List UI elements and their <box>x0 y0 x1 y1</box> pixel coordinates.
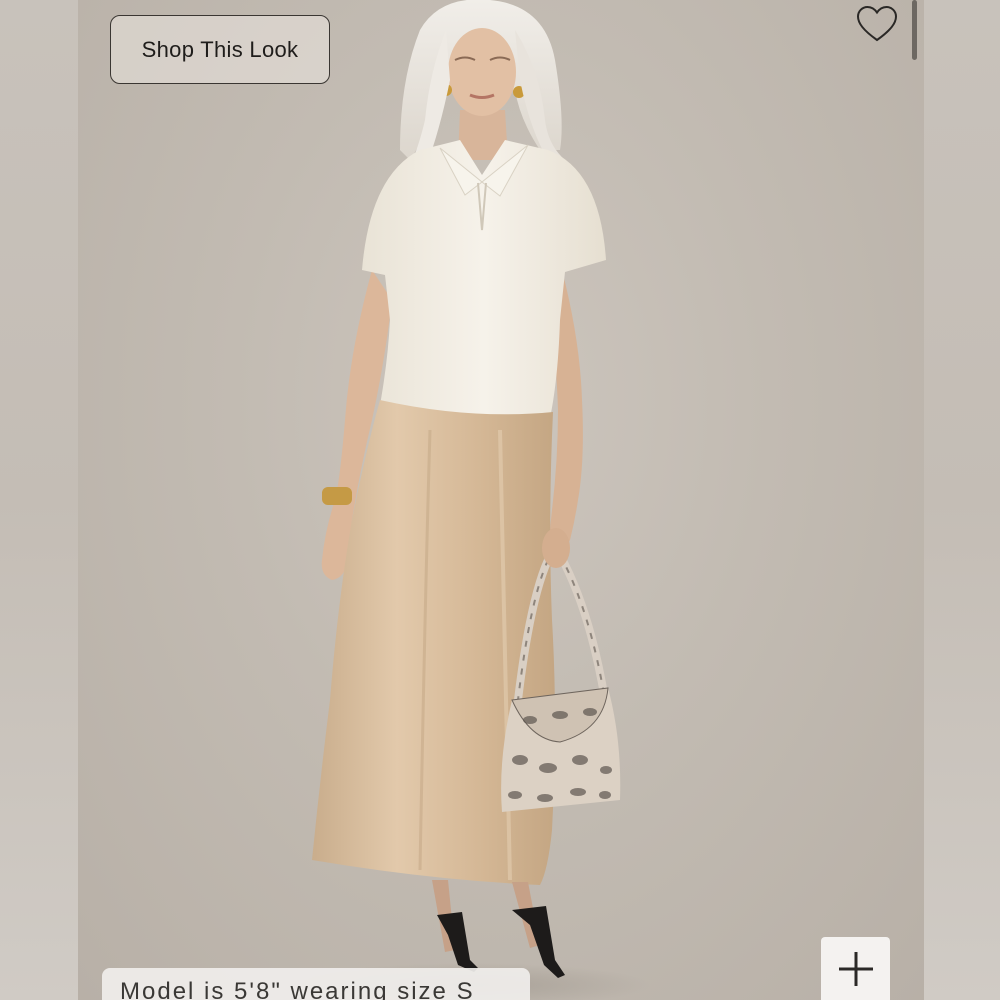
shop-this-look-label: Shop This Look <box>141 36 299 62</box>
product-photo <box>78 0 924 1000</box>
right-blur-edge <box>924 0 1000 1000</box>
model-size-caption: Model is 5'8" wearing size S <box>102 968 530 1000</box>
plus-icon <box>838 951 873 986</box>
left-blur-edge <box>0 0 78 1000</box>
shop-this-look-button[interactable]: Shop This Look <box>110 15 330 84</box>
scrollbar-thumb[interactable] <box>912 0 917 60</box>
model-size-caption-text: Model is 5'8" wearing size S <box>120 978 475 1000</box>
expand-button[interactable] <box>821 937 890 1000</box>
model-illustration <box>290 0 650 1000</box>
heart-outline-icon[interactable] <box>855 4 899 44</box>
